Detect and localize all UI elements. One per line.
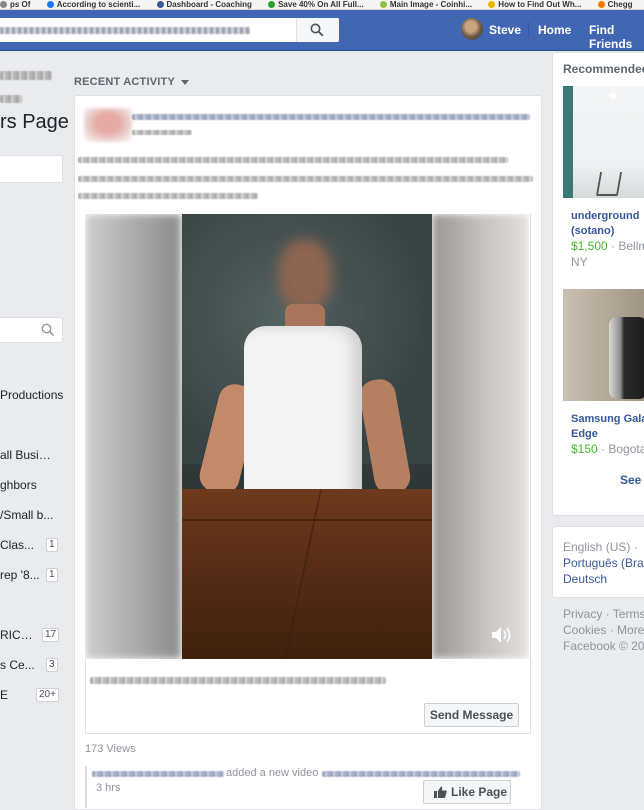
sidebar-item-label: ghbors: [0, 478, 37, 492]
footer-links[interactable]: Cookies · More: [563, 622, 644, 638]
avatar[interactable]: [461, 18, 483, 40]
listing-title[interactable]: Edge: [571, 427, 598, 441]
sidebar-search-input[interactable]: [0, 317, 63, 343]
sidebar-item-label: E: [0, 688, 9, 702]
language-link[interactable]: Português (Bra: [563, 556, 644, 570]
sidebar-item-label: rep '8...: [0, 568, 40, 582]
volume-icon[interactable]: [491, 626, 513, 644]
redacted-name: [92, 771, 224, 777]
timestamp[interactable]: 3 hrs: [96, 782, 120, 794]
like-page-label: Like Page: [451, 785, 508, 799]
video-frame: [182, 214, 432, 659]
search-query-redacted: [0, 27, 250, 34]
poster-avatar[interactable]: [84, 108, 132, 142]
like-page-button[interactable]: Like Page: [423, 780, 511, 804]
sidebar-item-label: RICH...: [0, 628, 36, 642]
video-blur-edge: [432, 214, 529, 659]
bookmark-item[interactable]: Dashboard - Coaching: [156, 0, 252, 9]
current-language: English (US): [563, 540, 631, 554]
see-more-link[interactable]: See: [620, 473, 641, 487]
sidebar-item[interactable]: ghbors: [0, 478, 66, 494]
activity-text: added a new video: [225, 767, 320, 779]
footer-links[interactable]: Privacy · Terms: [563, 606, 644, 622]
sidebar-item[interactable]: s Ce... 3: [0, 658, 66, 674]
sidebar-box[interactable]: [0, 155, 63, 183]
page-title[interactable]: rs Page: [0, 111, 69, 134]
bookmark-item[interactable]: How to Find Out Wh...: [488, 0, 581, 9]
search-icon: [41, 323, 55, 337]
recent-activity-header[interactable]: RECENT ACTIVITY: [74, 76, 189, 88]
video-player[interactable]: [85, 214, 529, 659]
count-badge: 3: [46, 658, 58, 672]
view-count: 173 Views: [85, 743, 136, 755]
top-navigation-bar: Steve Home Find Friends: [0, 10, 644, 51]
video-blur-edge: [85, 214, 181, 659]
listing-image[interactable]: [563, 86, 644, 198]
sidebar-item[interactable]: /Small b...: [0, 508, 66, 524]
sidebar-item-label: Productions: [0, 388, 64, 402]
listing-price-row: $150 · Bogota: [571, 442, 644, 456]
redacted-text: [322, 771, 520, 777]
listing-image[interactable]: [563, 289, 644, 401]
language-row: Português (Bra: [563, 555, 644, 571]
redacted-caption: [90, 677, 386, 684]
listing-price-row: $1,500 · Bellm: [571, 239, 644, 253]
caret-down-icon: [181, 79, 189, 85]
search-input[interactable]: [0, 18, 339, 42]
count-badge: 17: [42, 628, 60, 642]
listing-title[interactable]: Samsung Gala: [571, 412, 644, 426]
profile-link[interactable]: Steve: [489, 23, 521, 37]
home-link[interactable]: Home: [538, 23, 571, 37]
bookmark-item[interactable]: Main Image - Coinhi...: [379, 0, 472, 9]
nav-divider: [528, 22, 529, 38]
sidebar-item[interactable]: all Business: [0, 448, 66, 464]
person-head: [278, 239, 332, 311]
bookmarks-bar: ps Of According to scienti... Dashboard …: [0, 0, 644, 10]
listing-title[interactable]: (sotano): [571, 224, 614, 238]
search-icon: [310, 23, 324, 37]
redacted-post-text: [78, 157, 508, 163]
recent-activity-label: RECENT ACTIVITY: [74, 76, 175, 88]
listing-title[interactable]: underground: [571, 209, 639, 223]
left-sidebar: rs Page Productions all Business ghbors …: [0, 51, 69, 808]
language-link[interactable]: Deutsch: [563, 572, 607, 586]
count-badge: 1: [46, 568, 58, 582]
sidebar-item-label: /Small b...: [0, 508, 54, 522]
language-row: English (US) ·: [563, 540, 638, 554]
redacted-text: [0, 95, 22, 103]
send-message-button[interactable]: Send Message: [424, 703, 519, 727]
bookmark-item[interactable]: ps Of: [0, 0, 30, 9]
sidebar-item[interactable]: rep '8... 1: [0, 568, 66, 584]
redacted-post-text: [78, 176, 533, 182]
sidebar-item[interactable]: Clas... 1: [0, 538, 66, 554]
sidebar-item-label: all Business: [0, 448, 54, 462]
footer-copyright: Facebook © 20: [563, 639, 644, 653]
listing-price: $1,500: [571, 239, 608, 253]
bookmark-item[interactable]: Chegg: [597, 0, 633, 9]
listing-location: Bellm: [618, 239, 644, 253]
sidebar-item-label: s Ce...: [0, 658, 35, 672]
bookmark-item[interactable]: Save 40% On All Full...: [268, 0, 364, 9]
thumbs-up-icon: [434, 786, 447, 798]
bookmark-item[interactable]: According to scienti...: [46, 0, 140, 9]
redacted-text: [132, 130, 192, 135]
sidebar-item[interactable]: E 20+: [0, 688, 66, 704]
listing-location: NY: [571, 255, 588, 269]
redacted-text: [0, 71, 52, 80]
person-shirt: [244, 326, 362, 501]
count-badge: 1: [46, 538, 58, 552]
redacted-poster-name: [132, 114, 530, 120]
sidebar-item-label: Clas...: [0, 538, 35, 552]
sidebar-item[interactable]: Productions: [0, 388, 66, 404]
redacted-post-text: [78, 193, 258, 199]
recommended-title: Recommended: [563, 62, 644, 76]
wooden-table: [182, 489, 432, 659]
sidebar-item[interactable]: RICH... 17: [0, 628, 66, 644]
listing-price: $150: [571, 442, 598, 456]
count-badge: 20+: [36, 688, 59, 702]
listing-location: Bogota: [608, 442, 644, 456]
find-friends-link[interactable]: Find Friends: [589, 23, 644, 51]
language-row: Deutsch: [563, 571, 607, 587]
search-button[interactable]: [296, 18, 339, 42]
